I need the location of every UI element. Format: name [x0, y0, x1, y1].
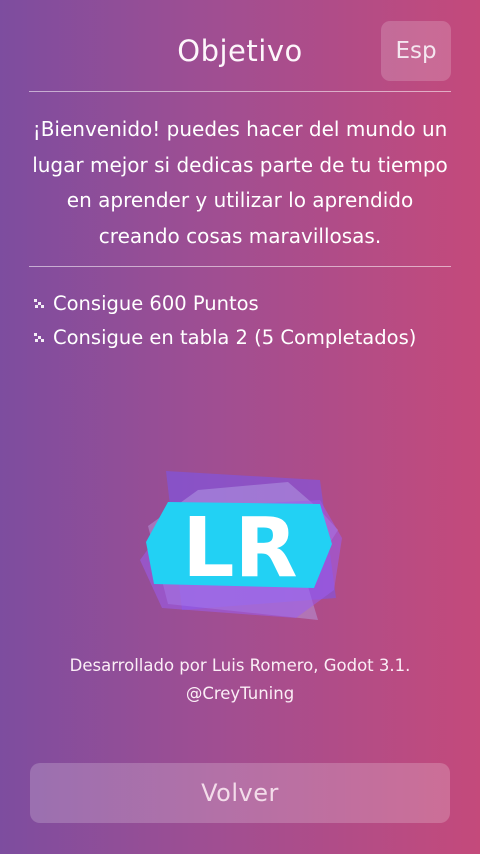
credits-handle: @CreyTuning [185, 684, 295, 703]
goal-label: Consigue en tabla 2 (5 Completados) [53, 325, 417, 349]
goal-label: Consigue 600 Puntos [53, 291, 259, 315]
intro-text: ¡Bienvenido! puedes hacer del mundo un l… [32, 117, 448, 248]
credits-author: Desarrollado por Luis Romero, Godot 3.1. [69, 656, 411, 675]
lr-logo-graphic: LR [140, 471, 342, 620]
goal-item: Consigue 600 Puntos [32, 286, 452, 320]
middle-divider [29, 266, 451, 267]
language-button[interactable]: Esp [381, 21, 451, 81]
top-divider [29, 91, 451, 92]
header: Objetivo Esp [0, 0, 480, 92]
goals-list: Consigue 600 Puntos Consigue en tabla 2 … [32, 286, 452, 354]
goal-item: Consigue en tabla 2 (5 Completados) [32, 320, 452, 354]
credits: Desarrollado por Luis Romero, Godot 3.1.… [0, 652, 480, 708]
dots-bullet-icon [32, 293, 52, 313]
dots-bullet-icon [32, 327, 52, 347]
lr-logo: LR [138, 468, 343, 623]
back-button[interactable]: Volver [30, 763, 450, 823]
logo-text: LR [182, 501, 297, 596]
